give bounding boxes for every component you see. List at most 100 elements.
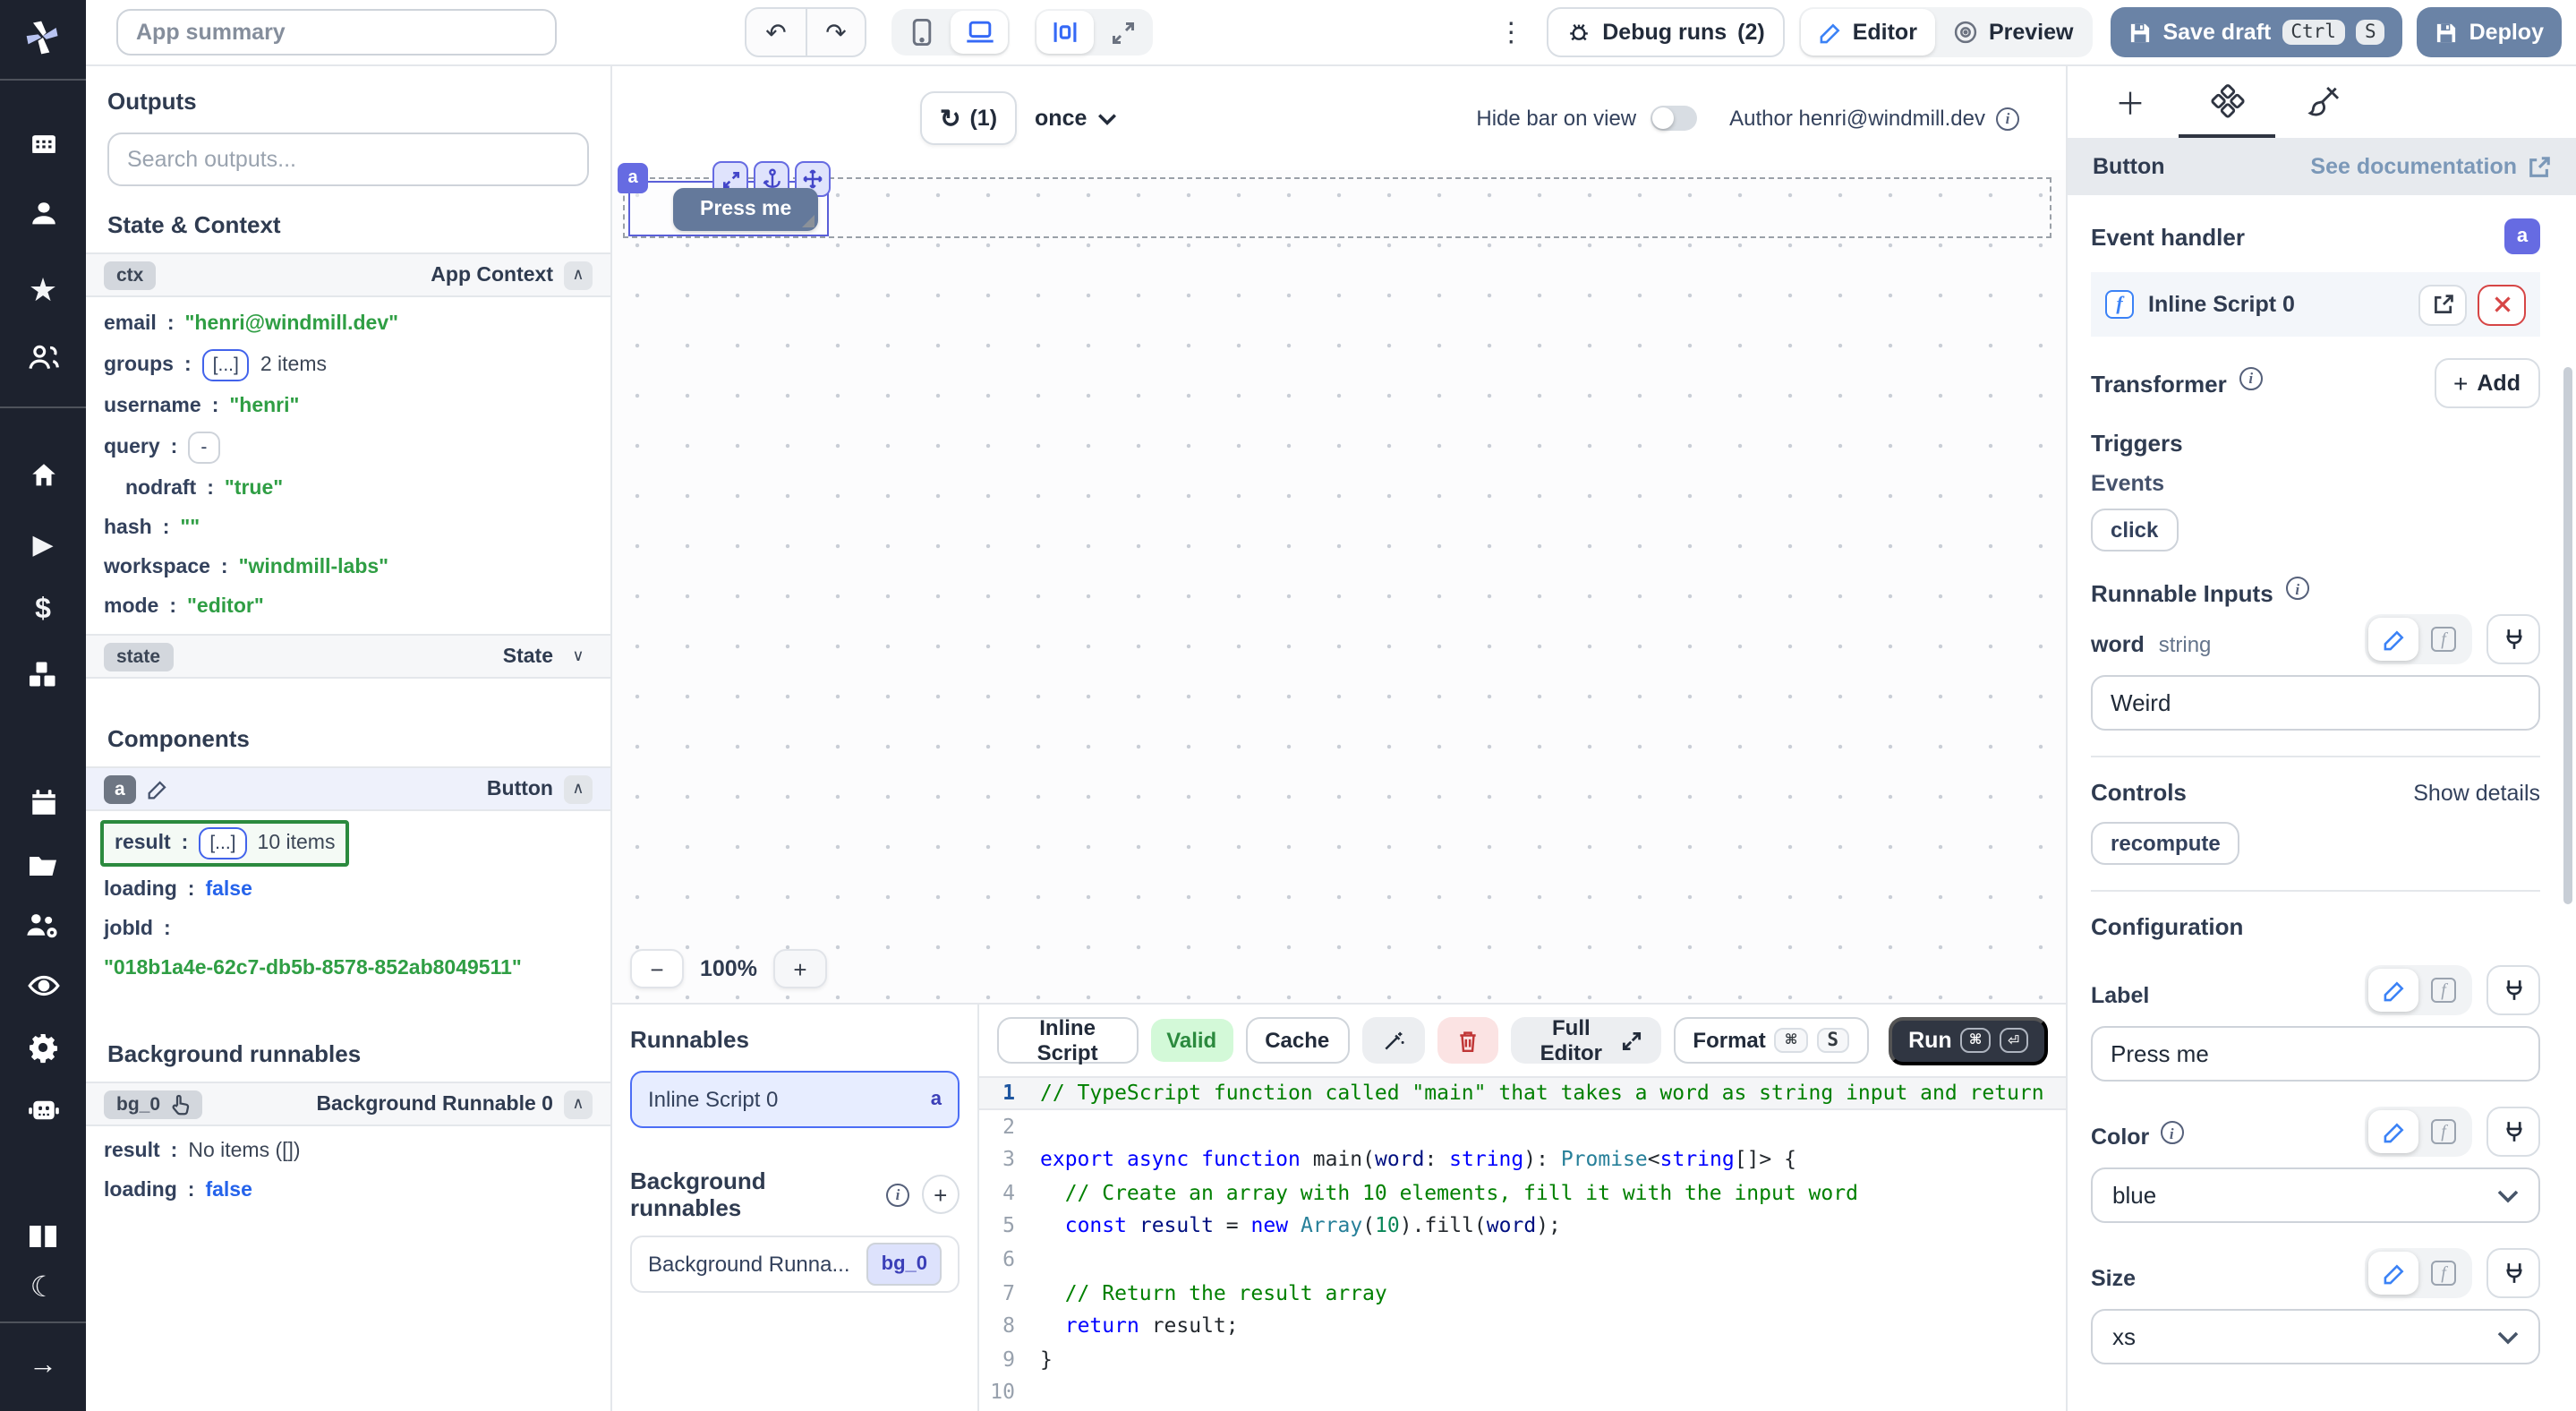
- eval-mode-function-icon[interactable]: f: [2418, 1252, 2469, 1295]
- folders-icon[interactable]: [0, 851, 86, 879]
- ai-robot-icon[interactable]: [0, 1096, 86, 1125]
- code-line[interactable]: 1// TypeScript function called "main" th…: [979, 1076, 2066, 1109]
- code-line[interactable]: 10: [979, 1376, 2066, 1409]
- recompute-mode-dropdown[interactable]: once: [1035, 106, 1117, 131]
- settings-gear-icon[interactable]: [0, 1031, 86, 1064]
- resources-cubes-icon[interactable]: [0, 659, 86, 689]
- home-icon[interactable]: [0, 460, 86, 491]
- zoom-out-button[interactable]: −: [630, 949, 684, 988]
- zoom-in-button[interactable]: +: [773, 949, 827, 988]
- grid-row[interactable]: a Press me: [623, 177, 2051, 238]
- code-editor-content[interactable]: 1// TypeScript function called "main" th…: [979, 1076, 2066, 1411]
- collapse-chevron-up-icon[interactable]: ∧: [564, 1090, 593, 1118]
- show-details-link[interactable]: Show details: [2413, 780, 2540, 805]
- undo-icon[interactable]: ↶: [746, 9, 806, 56]
- code-line[interactable]: 4 // Create an array with 10 elements, f…: [979, 1176, 2066, 1210]
- connect-plug-icon[interactable]: [2486, 1107, 2540, 1157]
- insert-component-tab-plus-icon[interactable]: ＋: [2082, 66, 2179, 138]
- eval-mode-function-icon[interactable]: f: [2418, 969, 2469, 1012]
- open-script-button[interactable]: [2418, 284, 2467, 325]
- desktop-view-icon[interactable]: [951, 11, 1008, 54]
- code-line[interactable]: 8 return result;: [979, 1309, 2066, 1342]
- code-line[interactable]: 6: [979, 1243, 2066, 1276]
- dark-mode-moon-icon[interactable]: ☾: [0, 1270, 86, 1305]
- delete-script-button[interactable]: [1437, 1017, 1497, 1064]
- label-value-input[interactable]: [2091, 1026, 2540, 1082]
- more-options-kebab-icon[interactable]: ⋮: [1493, 16, 1529, 48]
- ctx-section-header[interactable]: ctx App Context ∧: [86, 252, 610, 297]
- audit-eye-icon[interactable]: [0, 972, 86, 999]
- empty-object-badge[interactable]: -: [188, 432, 219, 464]
- info-icon[interactable]: i: [2286, 577, 2309, 600]
- panel-scrollbar-thumb[interactable]: [2563, 367, 2572, 904]
- state-section-header[interactable]: state State ∨: [86, 634, 610, 679]
- component-a-header[interactable]: a Button ∧: [86, 766, 610, 811]
- add-transformer-button[interactable]: + Add: [2434, 358, 2540, 408]
- selected-component-outline[interactable]: a Press me: [628, 181, 829, 236]
- styling-brush-tab-icon[interactable]: [2275, 66, 2372, 138]
- info-icon[interactable]: i: [886, 1183, 908, 1206]
- variables-dollar-icon[interactable]: $: [0, 594, 86, 627]
- expand-array-badge[interactable]: [...]: [202, 349, 250, 381]
- canvas-grid[interactable]: a Press me: [612, 170, 2066, 1003]
- runs-play-icon[interactable]: ▶: [0, 528, 86, 560]
- color-select[interactable]: blue: [2091, 1167, 2540, 1223]
- app-summary-input[interactable]: [116, 9, 557, 56]
- run-button[interactable]: Run ⌘ ⏎: [1889, 1016, 2048, 1065]
- full-editor-button[interactable]: Full Editor: [1510, 1017, 1660, 1064]
- recompute-all-button[interactable]: ↻ (1): [920, 91, 1017, 145]
- component-id-tag[interactable]: a: [618, 163, 648, 193]
- info-icon[interactable]: i: [2160, 1121, 2183, 1144]
- static-mode-pencil-icon[interactable]: [2368, 969, 2418, 1012]
- code-line[interactable]: 2: [979, 1109, 2066, 1142]
- recompute-control-badge[interactable]: recompute: [2091, 822, 2240, 865]
- tab-editor[interactable]: Editor: [1801, 9, 1935, 56]
- redo-icon[interactable]: ↷: [806, 9, 865, 56]
- hide-bar-toggle[interactable]: [1651, 106, 1697, 131]
- resize-corner-handle[interactable]: [802, 215, 815, 227]
- docs-book-icon[interactable]: [0, 1223, 86, 1250]
- connect-plug-icon[interactable]: [2486, 965, 2540, 1015]
- press-me-button[interactable]: Press me: [673, 188, 818, 231]
- code-line[interactable]: 9}: [979, 1343, 2066, 1376]
- save-draft-button[interactable]: Save draft Ctrl S: [2111, 7, 2402, 57]
- code-line[interactable]: 7 // Return the result array: [979, 1276, 2066, 1309]
- collapse-sidebar-arrow-icon[interactable]: →: [0, 1350, 86, 1382]
- connect-plug-icon[interactable]: [2486, 614, 2540, 664]
- static-mode-pencil-icon[interactable]: [2368, 1252, 2418, 1295]
- full-width-layout-icon[interactable]: [1094, 11, 1151, 54]
- static-mode-pencil-icon[interactable]: [2368, 618, 2418, 661]
- users-group-icon[interactable]: [0, 342, 86, 372]
- tab-preview[interactable]: Preview: [1935, 9, 2092, 56]
- connect-plug-icon[interactable]: [2486, 1248, 2540, 1298]
- schedules-calendar-icon[interactable]: [0, 788, 86, 818]
- code-line[interactable]: 5 const result = new Array(10).fill(word…: [979, 1210, 2066, 1243]
- see-documentation-link[interactable]: See documentation: [2310, 154, 2551, 179]
- component-settings-tab-icon[interactable]: [2179, 66, 2275, 138]
- mobile-view-icon[interactable]: [893, 11, 951, 54]
- groups-admin-icon[interactable]: [0, 911, 86, 940]
- workspace-building-icon[interactable]: [0, 129, 86, 159]
- debug-runs-button[interactable]: Debug runs (2): [1547, 7, 1784, 57]
- info-icon[interactable]: i: [2239, 366, 2263, 389]
- cache-button[interactable]: Cache: [1245, 1017, 1349, 1064]
- user-icon[interactable]: [0, 199, 86, 229]
- info-icon[interactable]: i: [1996, 107, 2019, 130]
- expand-array-badge[interactable]: [...]: [199, 827, 246, 859]
- add-background-runnable-button[interactable]: +: [922, 1175, 960, 1214]
- eval-mode-function-icon[interactable]: f: [2418, 1110, 2469, 1153]
- ai-assistant-wand-button[interactable]: [1361, 1017, 1424, 1064]
- size-select[interactable]: xs: [2091, 1309, 2540, 1364]
- search-outputs-input[interactable]: [107, 133, 589, 186]
- format-button[interactable]: Format ⌘ S: [1673, 1017, 1869, 1064]
- eval-mode-function-icon[interactable]: f: [2418, 618, 2469, 661]
- deploy-button[interactable]: Deploy: [2418, 7, 2562, 57]
- collapse-chevron-up-icon[interactable]: ∧: [564, 261, 593, 289]
- static-mode-pencil-icon[interactable]: [2368, 1110, 2418, 1153]
- code-line[interactable]: 3export async function main(word: string…: [979, 1142, 2066, 1176]
- expand-chevron-down-icon[interactable]: ∨: [564, 642, 593, 671]
- inline-script-tab[interactable]: Inline Script: [997, 1017, 1138, 1064]
- event-click-badge[interactable]: click: [2091, 509, 2178, 552]
- word-value-input[interactable]: [2091, 675, 2540, 731]
- runnable-item-inline-script-0[interactable]: Inline Script 0 a: [630, 1071, 960, 1128]
